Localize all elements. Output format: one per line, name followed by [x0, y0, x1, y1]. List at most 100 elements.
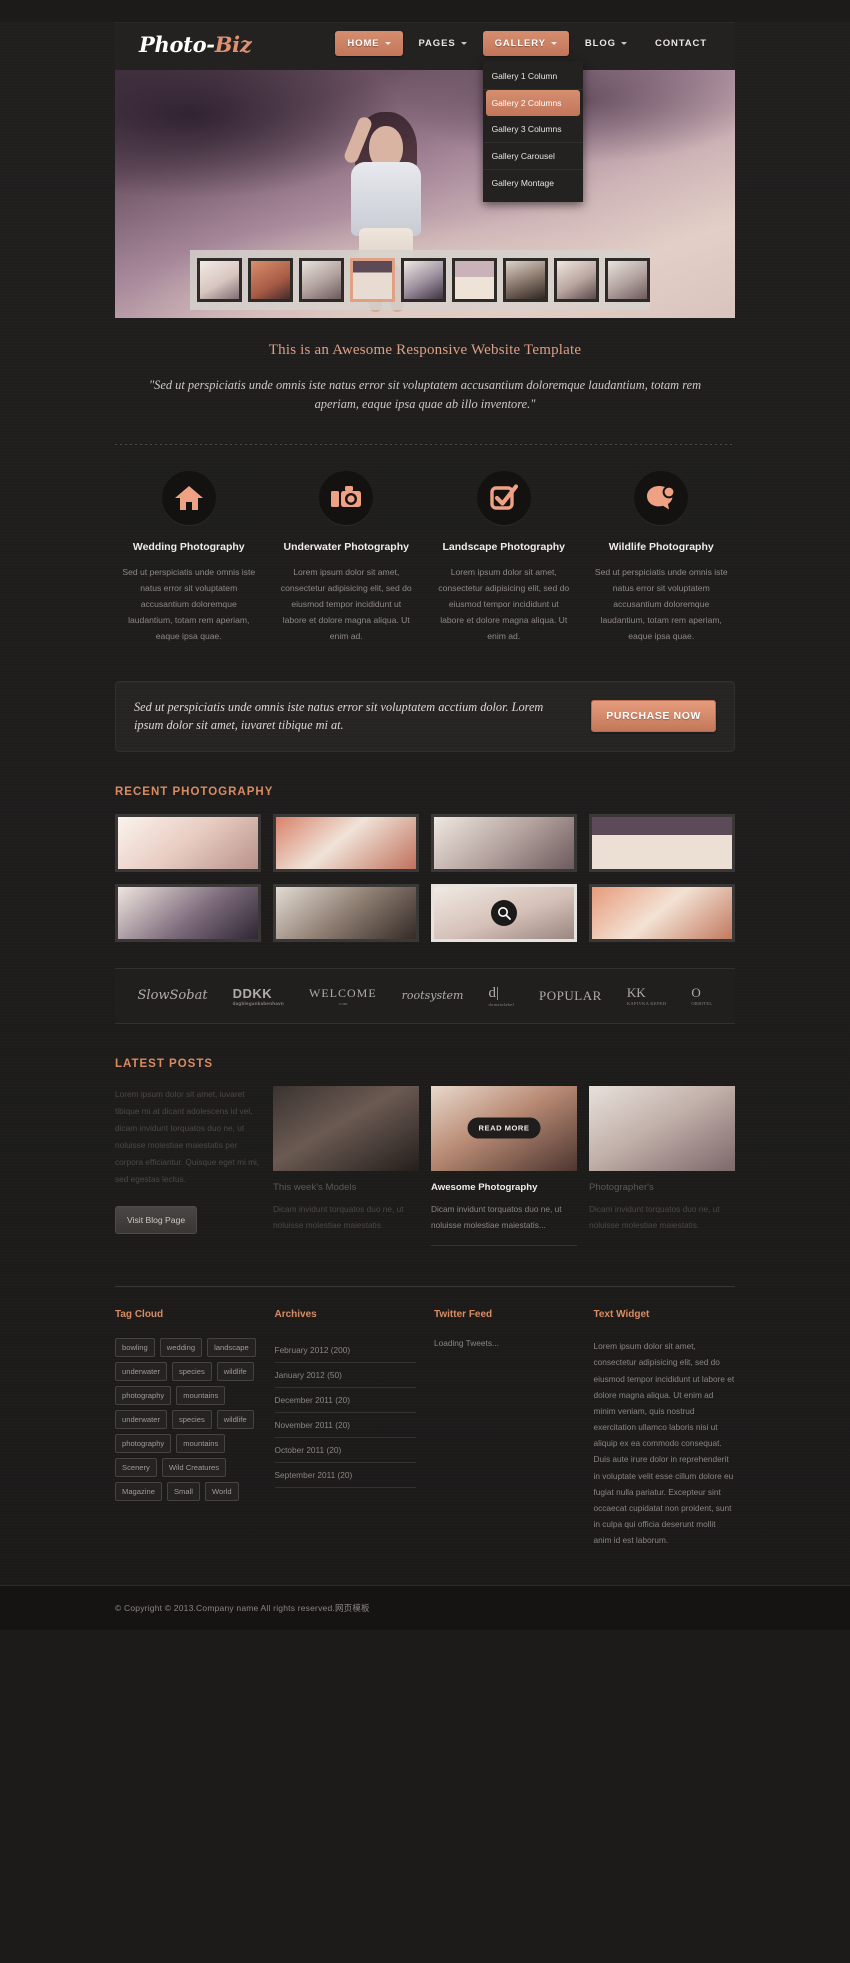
tag-item[interactable]: wedding [159, 1338, 203, 1358]
tagline-section: This is an Awesome Responsive Website Te… [115, 342, 735, 414]
slider-thumbnail[interactable] [503, 258, 548, 302]
slider-thumbnail[interactable] [401, 258, 446, 302]
tag-item[interactable]: species [172, 1362, 212, 1382]
zoom-bubble[interactable] [491, 899, 517, 926]
client-logo-text: rootsystem [401, 989, 464, 1003]
tag-item[interactable]: wildlife [216, 1362, 254, 1382]
post-excerpt: Dicam invidunt torquatos duo ne, ut nolu… [589, 1203, 720, 1230]
post-title[interactable]: This week's Models [273, 1182, 419, 1193]
client-logo[interactable]: WELCOME .com [309, 986, 377, 1006]
service-title: Wedding Photography [132, 541, 245, 554]
post-card[interactable]: This week's Models Dicam invidunt torqua… [273, 1085, 419, 1247]
photo-thumbnail[interactable] [589, 813, 735, 872]
post-thumbnail[interactable] [589, 1085, 735, 1171]
nav-link-gallery[interactable]: GALLERY [482, 31, 569, 56]
archive-item[interactable]: October 2011 (20) [274, 1438, 416, 1464]
archive-item[interactable]: September 2011 (20) [274, 1463, 416, 1489]
widget-title-archives: Archives [274, 1309, 317, 1321]
client-logo[interactable]: SlowSobat [138, 988, 208, 1003]
post-thumbnail[interactable]: READ MORE [431, 1085, 577, 1171]
dropdown-item-gallery-carousel[interactable]: Gallery Carousel [482, 143, 583, 170]
client-logo[interactable]: d| domainlabel [488, 985, 514, 1007]
post-card[interactable]: Photographer's Dicam invidunt torquatos … [589, 1085, 735, 1247]
tag-item[interactable]: underwater [115, 1410, 167, 1430]
service-icon-wrap [319, 471, 374, 526]
service-title: Wildlife Photography [608, 541, 714, 554]
photo-thumbnail[interactable] [431, 813, 577, 872]
latest-posts-intro-column: Lorem ipsum dolor sit amet, iuvaret tibi… [115, 1086, 261, 1247]
archive-item[interactable]: February 2012 (200) [274, 1338, 416, 1364]
client-logo[interactable]: rootsystem [402, 989, 464, 1002]
tag-item[interactable]: World [204, 1482, 239, 1502]
slider-thumbnail[interactable] [605, 258, 650, 302]
tag-item[interactable]: bowling [115, 1338, 155, 1358]
slider-thumbnail[interactable] [197, 258, 242, 302]
tag-item[interactable]: mountains [176, 1434, 226, 1454]
tag-item[interactable]: underwater [115, 1362, 167, 1382]
service-text: Sed ut perspiciatis unde omnis iste natu… [594, 567, 728, 641]
service-title: Landscape Photography [442, 541, 566, 554]
hero-slider[interactable] [115, 70, 735, 318]
nav-link-home[interactable]: HOME [335, 31, 403, 56]
tag-item[interactable]: mountains [176, 1386, 226, 1406]
client-logo[interactable]: KK KAPIVKA KEPEH [627, 985, 667, 1006]
tagline-heading: This is an Awesome Responsive Website Te… [268, 342, 582, 358]
slider-thumbnail[interactable] [248, 258, 293, 302]
read-more-button[interactable]: READ MORE [467, 1117, 541, 1139]
dropdown-item-gallery-2-columns[interactable]: Gallery 2 Columns [485, 90, 580, 116]
client-logo-text: O [691, 985, 701, 1001]
nav-label-gallery: GALLERY [494, 38, 546, 49]
visit-blog-page-button[interactable]: Visit Blog Page [115, 1205, 198, 1234]
service-icon-wrap [161, 471, 216, 526]
post-excerpt: Dicam invidunt torquatos duo ne, ut nolu… [431, 1202, 577, 1247]
slider-thumbnail[interactable] [452, 258, 497, 302]
copyright-text: © Copyright © 2013.Company name All righ… [115, 1602, 370, 1613]
photo-thumbnail-hovered[interactable] [431, 883, 577, 942]
slider-thumbnail-strip[interactable] [190, 250, 650, 310]
tag-item[interactable]: wildlife [216, 1410, 254, 1430]
nav-link-contact[interactable]: CONTACT [643, 31, 719, 56]
service-text: Lorem ipsum dolor sit amet, consectetur … [438, 567, 570, 641]
photo-thumbnail[interactable] [273, 883, 419, 942]
tag-item[interactable]: Wild Creatures [161, 1458, 227, 1478]
photo-thumbnail[interactable] [115, 883, 261, 942]
post-title[interactable]: Awesome Photography [431, 1182, 577, 1193]
post-card[interactable]: READ MORE Awesome Photography Dicam invi… [431, 1085, 577, 1247]
archive-item[interactable]: December 2011 (20) [274, 1388, 416, 1414]
photo-thumbnail[interactable] [273, 813, 419, 872]
widget-twitter-feed: Twitter Feed Loading Tweets... [434, 1309, 576, 1548]
tag-cloud-list: bowling wedding landscape underwater spe… [115, 1338, 257, 1502]
post-thumbnail[interactable] [273, 1085, 419, 1171]
client-logo[interactable]: DDKK dagblegankabenhavn [233, 986, 284, 1006]
client-logo[interactable]: POPULAR [539, 988, 602, 1004]
archive-item[interactable]: November 2011 (20) [274, 1413, 416, 1439]
tag-item[interactable]: Magazine [115, 1482, 162, 1502]
tag-item[interactable]: Small [166, 1482, 200, 1502]
nav-link-blog[interactable]: BLOG [573, 31, 639, 56]
site-logo[interactable]: Photo-Biz [139, 32, 252, 57]
chevron-down-icon [620, 41, 627, 45]
client-logo-sub: KAPIVKA KEPEH [626, 1001, 667, 1007]
search-icon [498, 906, 511, 920]
tag-item[interactable]: Scenery [115, 1458, 157, 1478]
slider-thumbnail[interactable] [554, 258, 599, 302]
photo-thumbnail[interactable] [115, 813, 261, 872]
photo-thumbnail[interactable] [589, 883, 735, 942]
archive-item[interactable]: January 2012 (50) [274, 1363, 416, 1389]
call-to-action-banner: Sed ut perspiciatis unde omnis iste natu… [115, 680, 735, 752]
dropdown-item-gallery-3-columns[interactable]: Gallery 3 Columns [482, 116, 583, 143]
tag-item[interactable]: photography [115, 1386, 172, 1406]
slider-thumbnail-active[interactable] [350, 258, 395, 302]
client-logo-text: DDKK [232, 985, 273, 1001]
tag-item[interactable]: species [172, 1410, 212, 1430]
tag-item[interactable]: landscape [207, 1338, 256, 1358]
client-logo[interactable]: O ORBITEL [691, 985, 712, 1006]
tag-item[interactable]: photography [115, 1434, 172, 1454]
nav-link-pages[interactable]: PAGES [407, 31, 479, 56]
purchase-now-button[interactable]: PURCHASE NOW [591, 700, 716, 733]
slider-thumbnail[interactable] [299, 258, 344, 302]
post-title[interactable]: Photographer's [589, 1182, 735, 1193]
dropdown-item-gallery-montage[interactable]: Gallery Montage [483, 170, 583, 196]
nav-item-home: HOME [335, 31, 403, 56]
dropdown-item-gallery-1-column[interactable]: Gallery 1 Column [482, 63, 583, 90]
